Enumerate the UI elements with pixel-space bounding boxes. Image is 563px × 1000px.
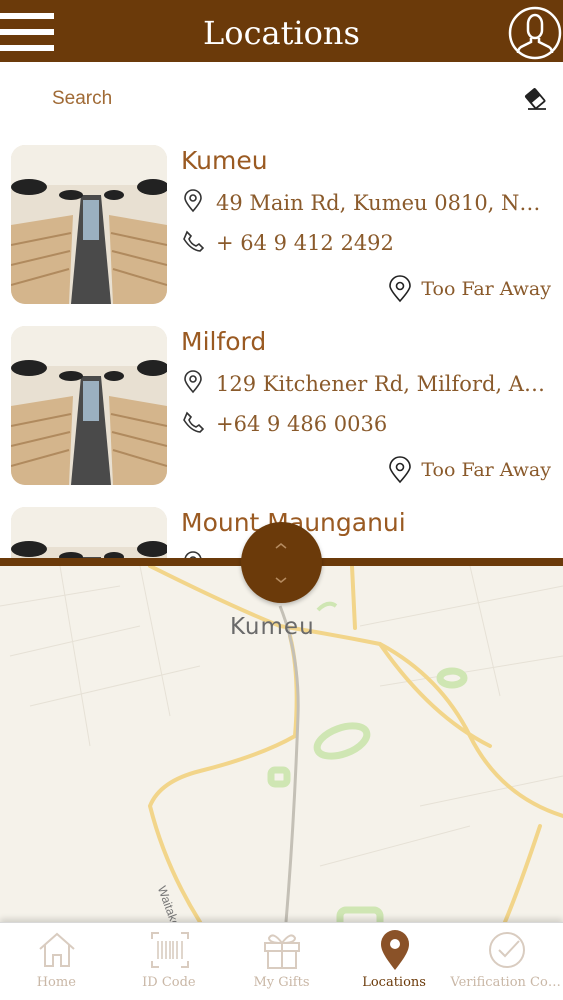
store-photo xyxy=(11,507,167,558)
distance-indicator: Too Far Away xyxy=(387,456,551,484)
tab-label: ID Code xyxy=(142,975,196,990)
tab-label: Verification Cod… xyxy=(450,975,563,990)
location-card-kumeu[interactable]: Kumeu 49 Main Rd, Kumeu 0810, Ne… + 64 9… xyxy=(0,134,563,304)
tab-verification-code[interactable]: Verification Cod… xyxy=(450,923,563,1000)
store-photo xyxy=(11,145,167,304)
map-pin-icon xyxy=(182,189,204,213)
store-photo xyxy=(11,326,167,485)
tab-home[interactable]: Home xyxy=(0,923,113,1000)
chevron-up-icon xyxy=(275,543,287,549)
gift-icon xyxy=(264,934,301,969)
bottom-tab-bar: Home ID Code My Gifts Locations Verifica… xyxy=(0,922,563,1000)
location-name: Kumeu xyxy=(181,146,268,175)
tab-locations[interactable]: Locations xyxy=(338,923,451,1000)
app-header: Locations xyxy=(0,0,563,62)
locations-list: Kumeu 49 Main Rd, Kumeu 0810, Ne… + 64 9… xyxy=(0,134,563,558)
tab-label: Home xyxy=(36,975,76,990)
location-card-milford[interactable]: Milford 129 Kitchener Rd, Milford, Au… +… xyxy=(0,315,563,485)
home-icon xyxy=(39,932,75,967)
phone-icon xyxy=(182,229,205,253)
tab-my-gifts[interactable]: My Gifts xyxy=(225,923,338,1000)
eraser-icon[interactable] xyxy=(522,84,550,112)
profile-avatar-icon[interactable] xyxy=(508,6,562,60)
tab-label: My Gifts xyxy=(253,975,310,990)
phone-icon xyxy=(182,410,205,434)
location-address: 129 Kitchener Rd, Milford, Au… xyxy=(216,372,546,396)
distance-label: Too Far Away xyxy=(421,278,551,300)
map-pin-icon xyxy=(182,370,204,394)
expand-collapse-toggle[interactable] xyxy=(241,522,322,603)
location-phone[interactable]: + 64 9 412 2492 xyxy=(216,231,546,255)
location-pin-icon xyxy=(380,930,409,970)
location-name: Milford xyxy=(181,327,267,356)
menu-icon[interactable] xyxy=(0,13,56,53)
distance-label: Too Far Away xyxy=(421,459,551,481)
location-address: 49 Main Rd, Kumeu 0810, Ne… xyxy=(216,191,546,215)
map-view[interactable]: Kumeu Waitakere xyxy=(0,566,563,922)
map-pin-icon xyxy=(182,551,204,558)
distance-indicator: Too Far Away xyxy=(387,275,551,303)
search-input[interactable] xyxy=(52,82,492,116)
map-place-label: Kumeu xyxy=(230,614,315,640)
tab-label: Locations xyxy=(362,975,426,990)
tab-id-code[interactable]: ID Code xyxy=(113,923,226,1000)
map-pin-icon xyxy=(389,456,412,484)
check-circle-icon xyxy=(489,932,526,968)
location-phone[interactable]: +64 9 486 0036 xyxy=(216,412,546,436)
barcode-icon xyxy=(150,932,189,968)
map-pin-icon xyxy=(389,275,412,303)
chevron-down-icon xyxy=(275,577,287,583)
page-title: Locations xyxy=(203,14,360,52)
search-bar xyxy=(0,62,563,134)
